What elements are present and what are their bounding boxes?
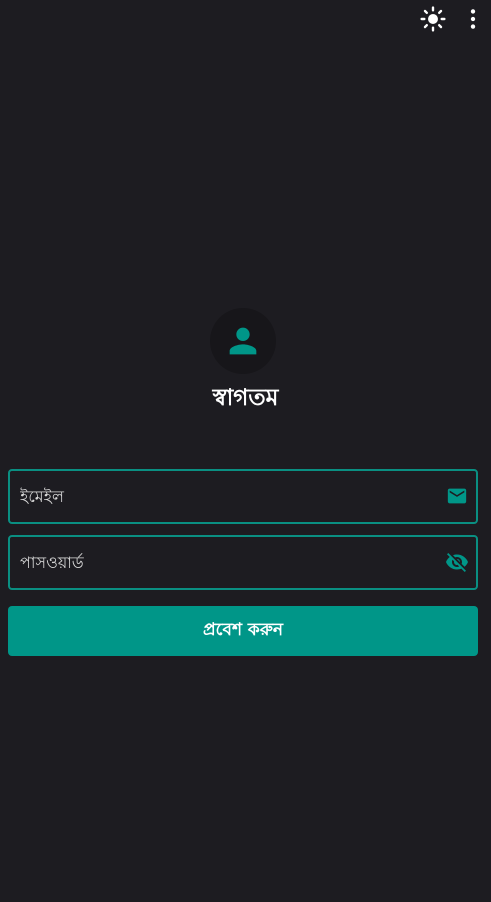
sun-icon — [420, 6, 446, 32]
overflow-menu-button[interactable] — [460, 6, 486, 32]
email-input[interactable] — [20, 471, 430, 522]
login-screen: স্বাগতম প্রবেশ করুন — [0, 0, 491, 902]
password-field[interactable] — [8, 535, 478, 590]
visibility-off-icon — [446, 553, 468, 572]
theme-toggle-button[interactable] — [420, 6, 446, 32]
password-visibility-toggle[interactable] — [445, 550, 469, 574]
person-icon — [229, 327, 257, 355]
welcome-title: স্বাগতম — [212, 385, 279, 411]
more-vertical-icon — [470, 9, 476, 29]
avatar — [210, 308, 276, 374]
email-field[interactable] — [8, 469, 478, 524]
email-icon-container — [445, 484, 469, 508]
mail-icon — [447, 488, 467, 504]
password-input[interactable] — [20, 537, 430, 588]
login-button[interactable]: প্রবেশ করুন — [8, 606, 478, 656]
